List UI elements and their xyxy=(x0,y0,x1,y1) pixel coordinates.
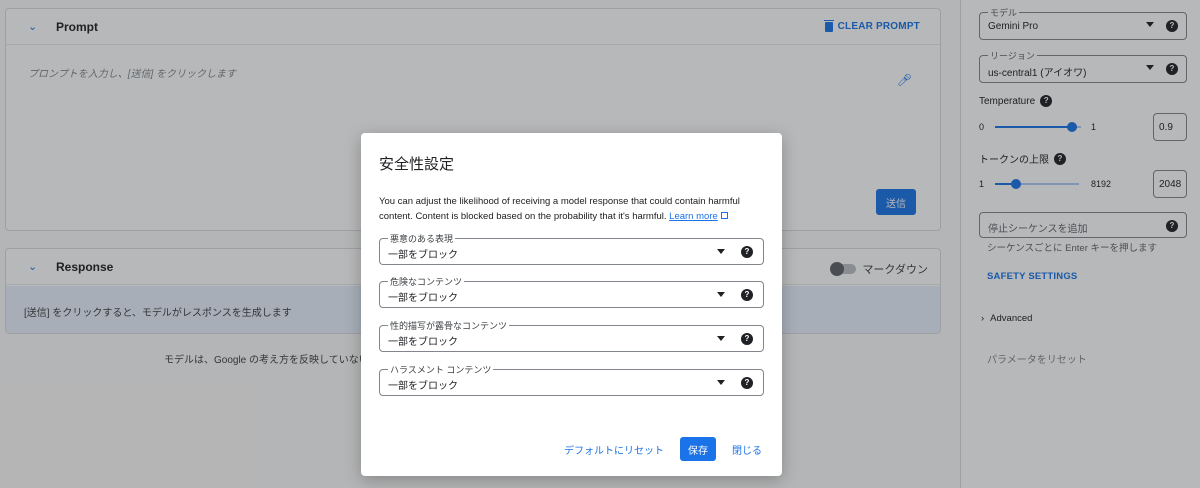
dropdown-arrow-icon xyxy=(717,336,725,341)
field-label: ハラスメント コンテンツ xyxy=(388,363,494,376)
harassment-select[interactable]: ハラスメント コンテンツ 一部をブロック ? xyxy=(379,363,764,396)
help-icon[interactable]: ? xyxy=(741,289,753,301)
help-icon[interactable]: ? xyxy=(741,333,753,345)
learn-more-label: Learn more xyxy=(669,211,718,222)
reset-default-button[interactable]: デフォルトにリセット xyxy=(564,442,664,457)
help-icon[interactable]: ? xyxy=(741,377,753,389)
dropdown-arrow-icon xyxy=(717,380,725,385)
field-label: 性的描写が露骨なコンテンツ xyxy=(388,319,510,332)
dialog-title: 安全性設定 xyxy=(379,156,455,173)
field-value: 一部をブロック xyxy=(388,381,458,392)
field-label: 危険なコンテンツ xyxy=(388,275,465,288)
dropdown-arrow-icon xyxy=(717,249,725,254)
external-link-icon xyxy=(720,212,728,219)
dialog-actions: デフォルトにリセット 保存 閉じる xyxy=(564,437,762,461)
dropdown-arrow-icon xyxy=(717,292,725,297)
field-value: 一部をブロック xyxy=(388,250,458,261)
close-button[interactable]: 閉じる xyxy=(732,442,762,457)
hate-speech-select[interactable]: 悪意のある表現 一部をブロック ? xyxy=(379,232,764,265)
field-label: 悪意のある表現 xyxy=(388,232,456,245)
dialog-description: You can adjust the likelihood of receivi… xyxy=(379,194,764,224)
safety-settings-dialog: 安全性設定 You can adjust the likelihood of r… xyxy=(361,133,782,476)
help-icon[interactable]: ? xyxy=(741,246,753,258)
save-button[interactable]: 保存 xyxy=(680,437,716,461)
field-value: 一部をブロック xyxy=(388,337,458,348)
field-value: 一部をブロック xyxy=(388,293,458,304)
learn-more-link[interactable]: Learn more xyxy=(669,211,728,222)
dangerous-content-select[interactable]: 危険なコンテンツ 一部をブロック ? xyxy=(379,275,764,308)
sexually-explicit-select[interactable]: 性的描写が露骨なコンテンツ 一部をブロック ? xyxy=(379,319,764,352)
